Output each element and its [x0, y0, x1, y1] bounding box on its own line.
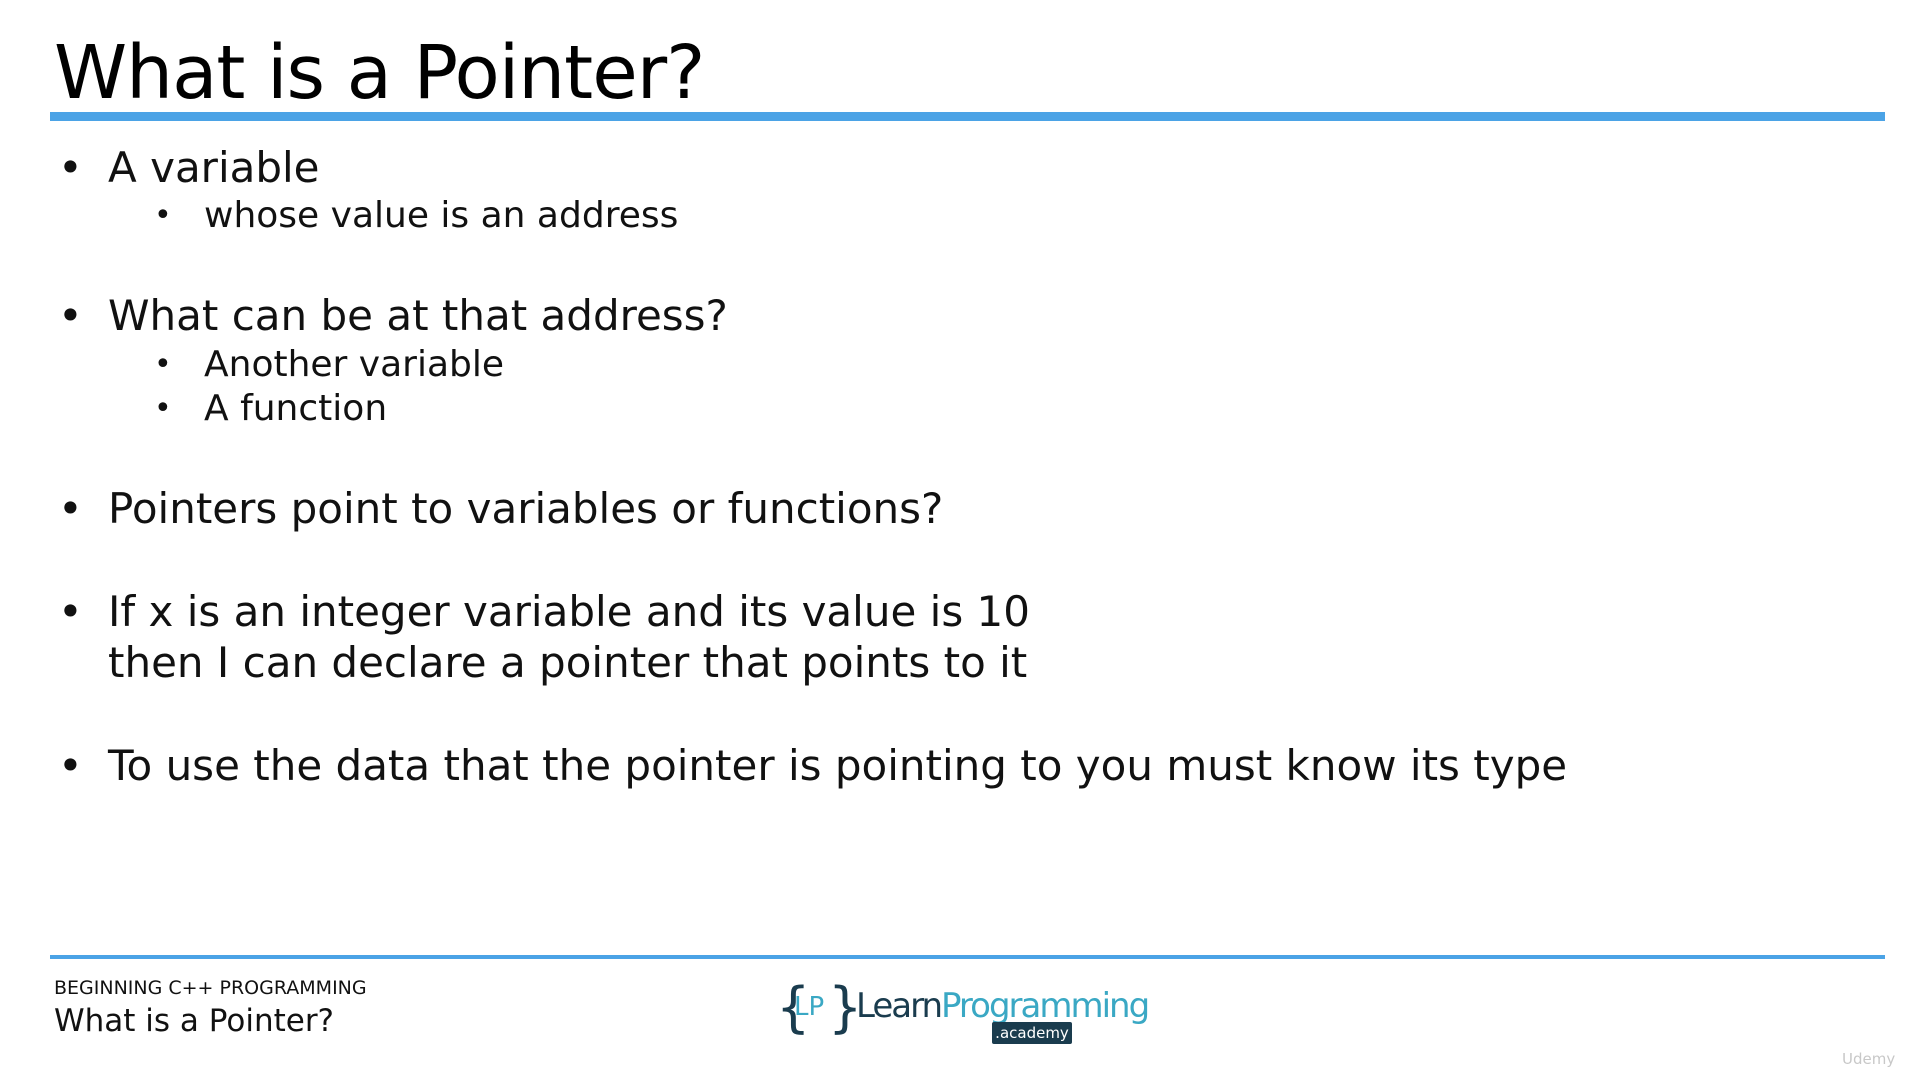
learnprogramming-academy-logo: { LP } LearnProgramming .academy	[776, 978, 1150, 1044]
footer-course-name: BEGINNING C++ PROGRAMMING	[54, 977, 367, 999]
bullet-dot	[58, 586, 83, 637]
bullet-text-line2: then I can declare a pointer that points…	[108, 638, 1028, 687]
sub-bullet-text: Another variable	[204, 344, 505, 385]
logo-word-programming: Programming	[941, 986, 1150, 1026]
sub-bullet-item: Another variable	[204, 343, 504, 387]
bullet-text: To use the data that the pointer is poin…	[108, 741, 1568, 790]
footer-lesson-title: What is a Pointer?	[54, 1003, 335, 1039]
title-underline	[50, 112, 1885, 121]
bullet-dot	[58, 483, 83, 534]
bullet-item: To use the data that the pointer is poin…	[108, 740, 1567, 791]
bullet-dot	[58, 290, 83, 341]
udemy-watermark: Udemy	[1842, 1050, 1896, 1068]
sub-bullet-item: A function	[204, 387, 387, 431]
sub-bullet-dot	[154, 387, 172, 431]
bullet-item: What can be at that address?	[108, 290, 728, 341]
footer-divider	[50, 955, 1885, 959]
logo-academy-badge: .academy	[992, 1022, 1072, 1044]
sub-bullet-item: whose value is an address	[204, 194, 678, 238]
logo-wordmark: LearnProgramming	[856, 986, 1150, 1026]
bullet-item: If x is an integer variable and its valu…	[108, 586, 1030, 688]
bullet-text-line1: If x is an integer variable and its valu…	[108, 587, 1030, 636]
bullet-dot	[58, 142, 83, 193]
sub-bullet-dot	[154, 343, 172, 387]
sub-bullet-text: A function	[204, 388, 388, 429]
bullet-text: What can be at that address?	[108, 291, 728, 340]
bullet-dot	[58, 740, 83, 791]
bullet-item: A variable	[108, 142, 320, 193]
bullet-item: Pointers point to variables or functions…	[108, 483, 943, 534]
bullet-text: Pointers point to variables or functions…	[108, 484, 944, 533]
sub-bullet-dot	[154, 194, 172, 238]
logo-initials: LP	[794, 992, 825, 1022]
sub-bullet-text: whose value is an address	[204, 195, 679, 236]
bullet-text: A variable	[108, 143, 320, 192]
logo-word-learn: Learn	[856, 986, 943, 1026]
